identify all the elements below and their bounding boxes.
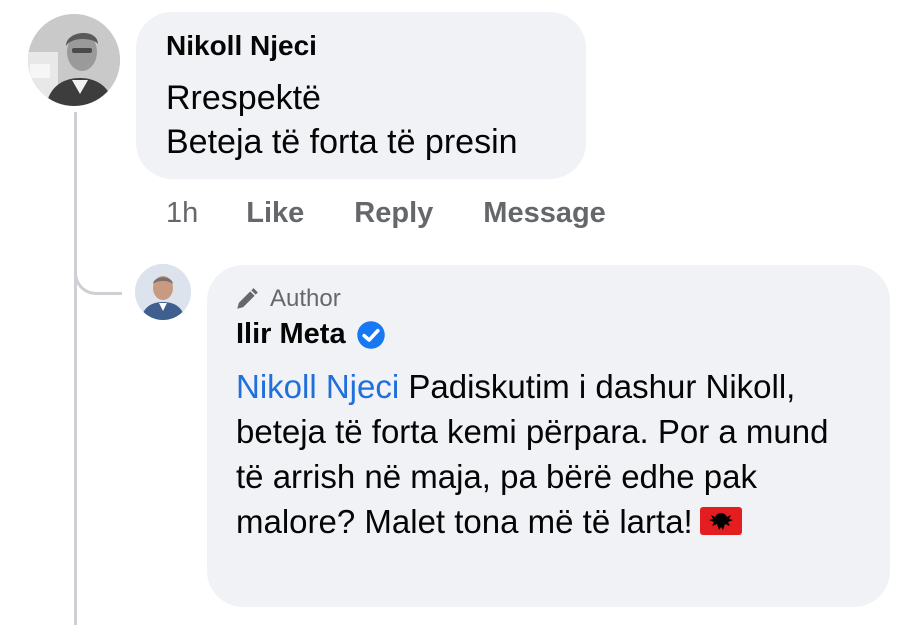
verified-check-icon <box>356 320 385 349</box>
message-button[interactable]: Message <box>483 197 606 230</box>
like-button[interactable]: Like <box>246 197 304 230</box>
comment-timestamp[interactable]: 1h <box>166 197 198 230</box>
comment-author-name[interactable]: Nikoll Njeci <box>166 30 317 62</box>
thread-line <box>74 112 77 625</box>
avatar-commenter-image <box>28 14 120 106</box>
comment-text: Rrespektë Beteja të forta të presin <box>166 76 518 164</box>
avatar-commenter[interactable] <box>28 14 120 106</box>
reply-text: Nikoll Njeci Padiskutim i dashur Nikoll,… <box>236 364 856 544</box>
comment-text-line: Beteja të forta të presin <box>166 123 518 161</box>
author-badge: Author <box>234 285 341 313</box>
avatar-reply-author[interactable] <box>135 264 191 320</box>
pencil-icon <box>237 288 258 309</box>
avatar-reply-author-image <box>135 264 191 320</box>
author-badge-label: Author <box>270 285 341 312</box>
albania-flag-emoji <box>699 507 742 535</box>
comment-text-line: Rrespektë <box>166 79 321 117</box>
mention-link[interactable]: Nikoll Njeci <box>236 368 399 405</box>
comment-actions: 1h Like Reply Message <box>166 197 656 230</box>
reply-author-name[interactable]: Ilir Meta <box>236 318 346 351</box>
reply-author: Ilir Meta <box>236 318 386 351</box>
reply-button[interactable]: Reply <box>354 197 433 230</box>
reply-connector <box>74 230 122 295</box>
